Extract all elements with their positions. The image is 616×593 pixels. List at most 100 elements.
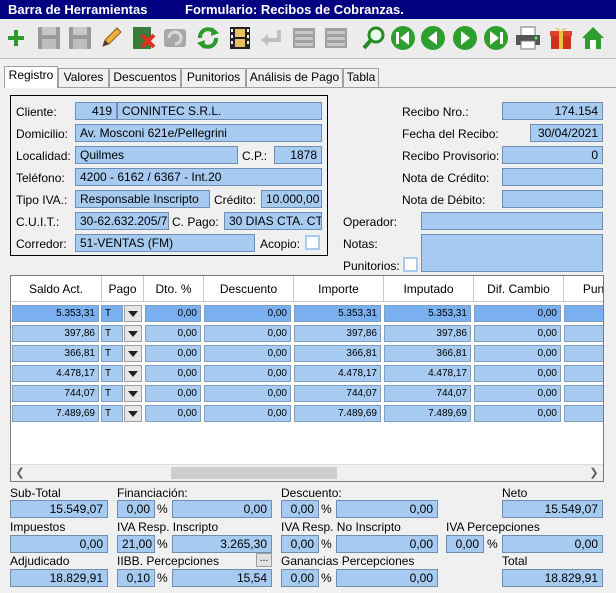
cell-importe[interactable]: 744,07 (294, 385, 381, 402)
next-icon[interactable] (450, 23, 480, 53)
cell-imputado[interactable]: 5.353,31 (384, 305, 471, 322)
cell-descuento[interactable]: 0,00 (204, 305, 291, 322)
total-field[interactable]: 18.829,91 (502, 569, 603, 587)
scroll-left-icon[interactable]: ❮ (13, 466, 27, 480)
cell-imputado[interactable]: 7.489,69 (384, 405, 471, 422)
cell-dif-cambio[interactable]: 0,00 (474, 405, 561, 422)
cliente-name-field[interactable]: CONINTEC S.R.L. (117, 102, 322, 120)
header-dif-cambio[interactable]: Dif. Cambio (474, 276, 564, 302)
cell-saldo[interactable]: 397,86 (12, 325, 99, 342)
list-icon[interactable] (321, 23, 351, 53)
cell-importe[interactable]: 4.478,17 (294, 365, 381, 382)
cell-descuento[interactable]: 0,00 (204, 385, 291, 402)
film-icon[interactable] (225, 23, 255, 53)
chevron-down-icon[interactable] (124, 345, 142, 362)
cell-pago[interactable]: T (101, 345, 123, 362)
prev-icon[interactable] (418, 23, 448, 53)
cell-descuento[interactable]: 0,00 (204, 405, 291, 422)
tab-analisis-de-pago[interactable]: Análisis de Pago (246, 68, 343, 87)
cell-dto[interactable]: 0,00 (145, 405, 201, 422)
tab-descuentos[interactable]: Descuentos (109, 68, 181, 87)
chevron-down-icon[interactable] (124, 325, 142, 342)
cell-pago[interactable]: T (101, 325, 123, 342)
cell-pun[interactable] (564, 345, 603, 362)
iva-rni-pct-field[interactable]: 0,00 (281, 535, 319, 553)
domicilio-field[interactable]: Av. Mosconi 621e/Pellegrini (75, 124, 322, 142)
cell-dto[interactable]: 0,00 (145, 305, 201, 322)
chevron-down-icon[interactable] (124, 385, 142, 402)
iibb-pct-field[interactable]: 0,10 (117, 569, 155, 587)
iva-perc-field[interactable]: 0,00 (502, 535, 603, 553)
cell-dto[interactable]: 0,00 (145, 345, 201, 362)
iva-ri-field[interactable]: 3.265,30 (172, 535, 272, 553)
cell-dif-cambio[interactable]: 0,00 (474, 365, 561, 382)
tab-valores[interactable]: Valores (58, 68, 109, 87)
credito-field[interactable]: 10.000,00 (261, 190, 322, 208)
cell-dif-cambio[interactable]: 0,00 (474, 305, 561, 322)
undo-icon[interactable] (160, 23, 190, 53)
chevron-down-icon[interactable] (124, 405, 142, 422)
search-icon[interactable] (359, 23, 389, 53)
cell-pago[interactable]: T (101, 305, 123, 322)
cell-dif-cambio[interactable]: 0,00 (474, 385, 561, 402)
cell-dto[interactable]: 0,00 (145, 365, 201, 382)
cell-pun[interactable] (564, 325, 603, 342)
save-disabled-icon[interactable] (34, 23, 64, 53)
first-icon[interactable] (388, 23, 418, 53)
header-pun[interactable]: Pun (564, 276, 603, 302)
cliente-code-field[interactable]: 419 (75, 102, 117, 120)
ganancias-field[interactable]: 0,00 (336, 569, 438, 587)
iva-rni-field[interactable]: 0,00 (336, 535, 438, 553)
iibb-more-button[interactable]: ... (256, 553, 272, 567)
cpago-field[interactable]: 30 DIAS CTA. CTE. (224, 212, 322, 230)
tab-tabla[interactable]: Tabla (343, 68, 379, 87)
refresh-icon[interactable] (193, 23, 223, 53)
telefono-field[interactable]: 4200 - 6162 / 6367 - Int.20 (75, 168, 322, 186)
cell-imputado[interactable]: 397,86 (384, 325, 471, 342)
cell-saldo[interactable]: 7.489,69 (12, 405, 99, 422)
edit-icon[interactable] (96, 23, 126, 53)
save-icon[interactable] (65, 23, 95, 53)
home-icon[interactable] (578, 23, 608, 53)
tipo-iva-field[interactable]: Responsable Inscripto (75, 190, 210, 208)
horizontal-scrollbar[interactable]: ❮ ❯ (11, 464, 603, 481)
recibo-nro-field[interactable]: 174.154 (502, 102, 603, 120)
neto-field[interactable]: 15.549,07 (502, 500, 603, 518)
fecha-field[interactable]: 30/04/2021 (530, 124, 603, 142)
provisorio-field[interactable]: 0 (502, 146, 603, 164)
header-saldo[interactable]: Saldo Act. (11, 276, 102, 302)
cell-pago[interactable]: T (101, 405, 123, 422)
cp-field[interactable]: 1878 (274, 146, 322, 164)
header-importe[interactable]: Importe (294, 276, 384, 302)
header-imputado[interactable]: Imputado (384, 276, 474, 302)
iva-perc-pct-field[interactable]: 0,00 (446, 535, 484, 553)
cell-saldo[interactable]: 366,81 (12, 345, 99, 362)
cell-pun[interactable] (564, 305, 603, 322)
header-pago[interactable]: Pago (102, 276, 144, 302)
operador-field[interactable] (421, 212, 603, 230)
add-icon[interactable] (1, 23, 31, 53)
impuestos-field[interactable]: 0,00 (10, 535, 108, 553)
cell-importe[interactable]: 7.489,69 (294, 405, 381, 422)
descuento-pct-field[interactable]: 0,00 (281, 500, 319, 518)
cell-pun[interactable] (564, 405, 603, 422)
cell-importe[interactable]: 366,81 (294, 345, 381, 362)
tab-punitorios[interactable]: Punitorios (181, 68, 246, 87)
delete-icon[interactable] (128, 23, 158, 53)
cell-imputado[interactable]: 4.478,17 (384, 365, 471, 382)
financiacion-field[interactable]: 0,00 (172, 500, 272, 518)
cell-pun[interactable] (564, 365, 603, 382)
cell-saldo[interactable]: 5.353,31 (12, 305, 99, 322)
subtotal-field[interactable]: 15.549,07 (10, 500, 108, 518)
tab-registro[interactable]: Registro (4, 66, 58, 88)
financiacion-pct-field[interactable]: 0,00 (117, 500, 155, 518)
scroll-thumb[interactable] (171, 467, 337, 479)
descuento-field[interactable]: 0,00 (336, 500, 438, 518)
header-descuento[interactable]: Descuento (204, 276, 294, 302)
cell-imputado[interactable]: 744,07 (384, 385, 471, 402)
cell-pago[interactable]: T (101, 385, 123, 402)
cell-descuento[interactable]: 0,00 (204, 325, 291, 342)
print-icon[interactable] (513, 23, 543, 53)
cell-dto[interactable]: 0,00 (145, 385, 201, 402)
return-icon[interactable] (257, 23, 287, 53)
